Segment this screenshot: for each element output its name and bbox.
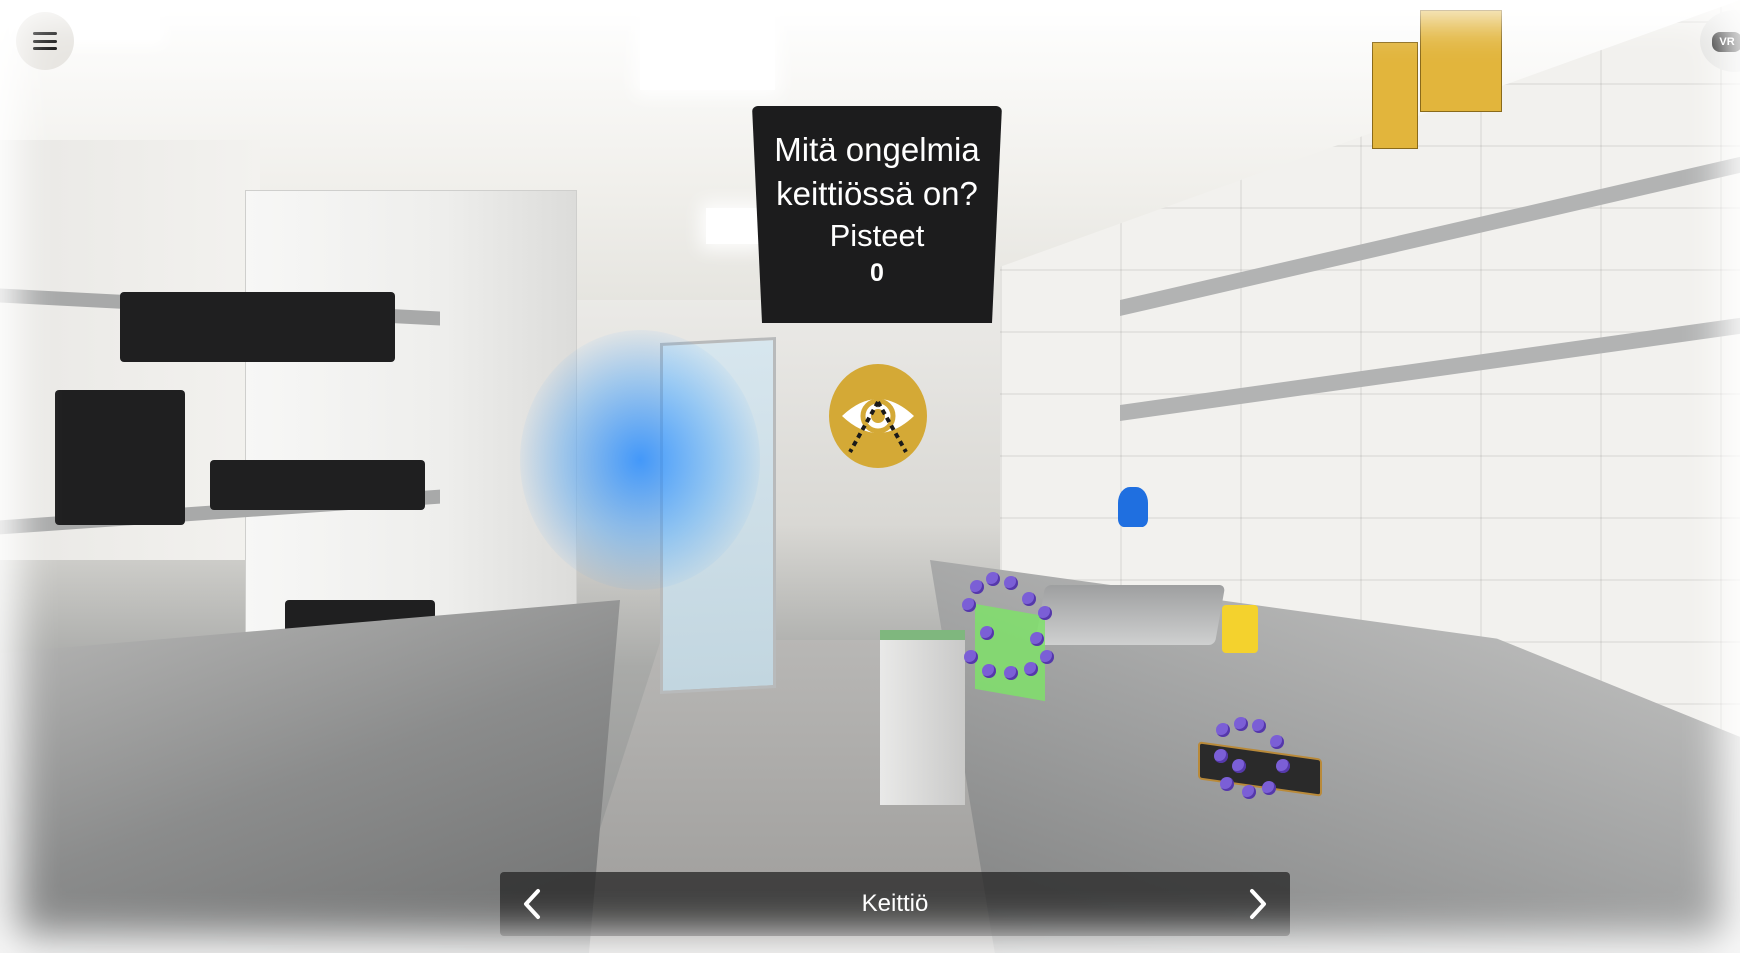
germ-cluster-icon[interactable] xyxy=(960,570,1060,690)
sink xyxy=(1034,585,1226,645)
chevron-right-icon xyxy=(1250,889,1266,919)
chevron-left-icon xyxy=(524,889,540,919)
black-tray xyxy=(55,390,185,525)
info-hotspot[interactable] xyxy=(829,364,927,468)
scene-title: Keittiö xyxy=(861,890,929,917)
previous-scene-button[interactable] xyxy=(500,872,564,936)
germ-cluster-icon[interactable] xyxy=(1210,715,1300,805)
scene-navigation-bar: Keittiö xyxy=(500,872,1290,936)
panorama-viewer[interactable]: Mitä ongelmia keittiössä on? Pisteet 0 V… xyxy=(0,0,1740,953)
question-title-line: Mitä ongelmia xyxy=(774,131,980,168)
question-title: Mitä ongelmia keittiössä on? xyxy=(752,128,1002,216)
black-tray xyxy=(210,460,425,510)
score-label: Pisteet xyxy=(829,218,925,253)
score-value: 0 xyxy=(870,259,884,287)
blue-glove xyxy=(1118,487,1148,527)
next-scene-button[interactable] xyxy=(1226,872,1290,936)
eye-icon xyxy=(842,398,914,453)
cereal-box xyxy=(1420,10,1502,112)
ceiling-light xyxy=(706,208,760,244)
vr-headset-icon: VR xyxy=(1712,32,1740,52)
yellow-mug xyxy=(1222,605,1258,653)
black-tray xyxy=(120,292,395,362)
question-title-line: keittiössä on? xyxy=(776,175,978,212)
waste-bin xyxy=(880,630,965,805)
cereal-box xyxy=(1372,42,1418,149)
blue-highlight xyxy=(520,330,760,590)
ceiling-light xyxy=(640,0,775,90)
menu-button[interactable] xyxy=(16,12,74,70)
question-panel: Mitä ongelmia keittiössä on? Pisteet 0 xyxy=(752,106,1002,323)
hamburger-menu-icon xyxy=(33,32,57,50)
